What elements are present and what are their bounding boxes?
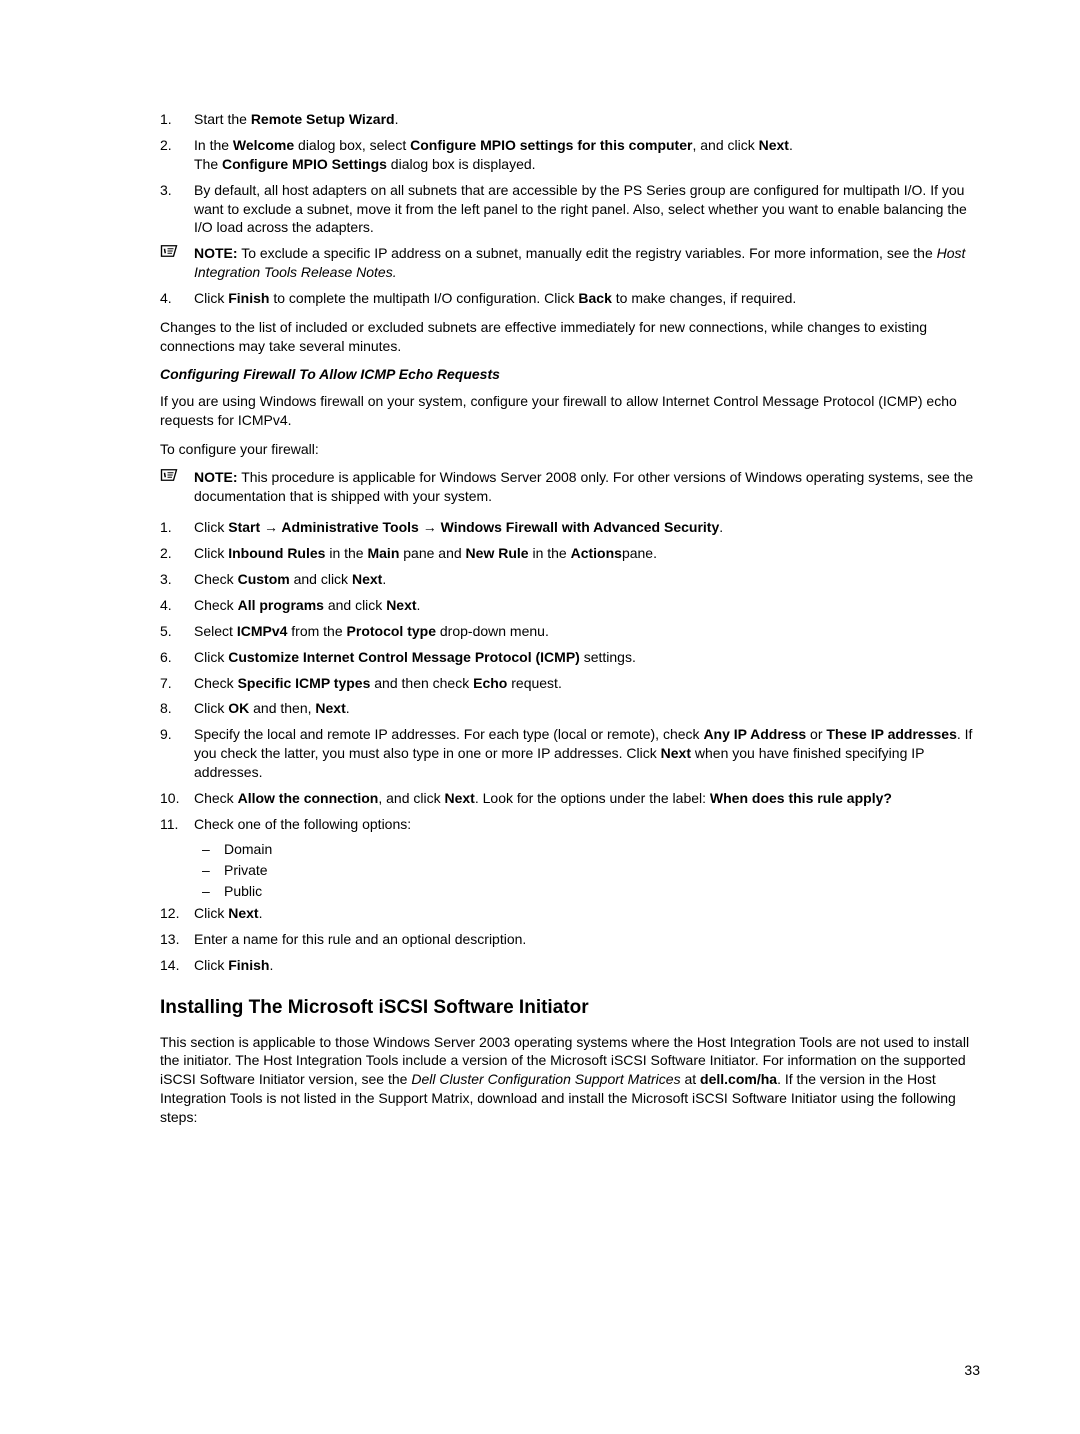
list-content: Specify the local and remote IP addresse… <box>194 725 980 782</box>
list-number: 7. <box>160 674 194 693</box>
list-number: 8. <box>160 699 194 718</box>
list-item: 2.Click Inbound Rules in the Main pane a… <box>160 544 980 563</box>
sub-list: –Domain–Private–Public <box>202 841 980 899</box>
sublist-item: –Public <box>202 883 980 899</box>
page-number: 33 <box>964 1362 980 1378</box>
ordered-list-a2: 4.Click Finish to complete the multipath… <box>160 289 980 308</box>
list-content: Start the Remote Setup Wizard. <box>194 110 980 129</box>
list-number: 13. <box>160 930 194 949</box>
list-content: Check one of the following options: <box>194 815 980 834</box>
list-number: 14. <box>160 956 194 975</box>
note-icon <box>160 468 194 506</box>
list-item: 14.Click Finish. <box>160 956 980 975</box>
list-item: 6.Click Customize Internet Control Messa… <box>160 648 980 667</box>
ordered-list-b2: 12.Click Next.13.Enter a name for this r… <box>160 904 980 975</box>
dash-icon: – <box>202 883 224 899</box>
list-content: In the Welcome dialog box, select Config… <box>194 136 980 174</box>
document-page: 1.Start the Remote Setup Wizard.2.In the… <box>0 0 1080 1434</box>
heading-installing-iscsi: Installing The Microsoft iSCSI Software … <box>160 997 980 1019</box>
list-content: Click Start → Administrative Tools → Win… <box>194 518 980 537</box>
list-content: Check Allow the connection, and click Ne… <box>194 789 980 808</box>
sublist-text: Private <box>224 862 268 878</box>
paragraph: If you are using Windows firewall on you… <box>160 392 980 430</box>
list-content: Click Customize Internet Control Message… <box>194 648 980 667</box>
list-content: Check Custom and click Next. <box>194 570 980 589</box>
list-number: 6. <box>160 648 194 667</box>
paragraph: To configure your firewall: <box>160 440 980 459</box>
list-item: 4.Click Finish to complete the multipath… <box>160 289 980 308</box>
list-number: 9. <box>160 725 194 782</box>
list-number: 12. <box>160 904 194 923</box>
ordered-list-a: 1.Start the Remote Setup Wizard.2.In the… <box>160 110 980 237</box>
list-content: Check All programs and click Next. <box>194 596 980 615</box>
note-icon <box>160 244 194 282</box>
sublist-item: –Domain <box>202 841 980 857</box>
sublist-item: –Private <box>202 862 980 878</box>
list-number: 2. <box>160 544 194 563</box>
list-content: Enter a name for this rule and an option… <box>194 930 980 949</box>
paragraph: Changes to the list of included or exclu… <box>160 318 980 356</box>
list-number: 1. <box>160 518 194 537</box>
list-item: 11.Check one of the following options: <box>160 815 980 834</box>
list-item: 4.Check All programs and click Next. <box>160 596 980 615</box>
list-item: 12.Click Next. <box>160 904 980 923</box>
list-content: Click OK and then, Next. <box>194 699 980 718</box>
list-item: 7.Check Specific ICMP types and then che… <box>160 674 980 693</box>
note-text: NOTE: This procedure is applicable for W… <box>194 468 980 506</box>
list-item: 1.Start the Remote Setup Wizard. <box>160 110 980 129</box>
list-content: Click Finish to complete the multipath I… <box>194 289 980 308</box>
list-content: Click Finish. <box>194 956 980 975</box>
list-content: Check Specific ICMP types and then check… <box>194 674 980 693</box>
list-content: Click Next. <box>194 904 980 923</box>
paragraph: This section is applicable to those Wind… <box>160 1033 980 1127</box>
list-number: 4. <box>160 289 194 308</box>
list-number: 11. <box>160 815 194 834</box>
list-content: Select ICMPv4 from the Protocol type dro… <box>194 622 980 641</box>
list-content: Click Inbound Rules in the Main pane and… <box>194 544 980 563</box>
list-number: 10. <box>160 789 194 808</box>
list-item: 2.In the Welcome dialog box, select Conf… <box>160 136 980 174</box>
list-content: By default, all host adapters on all sub… <box>194 181 980 238</box>
list-item: 13.Enter a name for this rule and an opt… <box>160 930 980 949</box>
list-item: 5.Select ICMPv4 from the Protocol type d… <box>160 622 980 641</box>
list-item: 8.Click OK and then, Next. <box>160 699 980 718</box>
note-1: NOTE: To exclude a specific IP address o… <box>160 244 980 282</box>
dash-icon: – <box>202 841 224 857</box>
note-text: NOTE: To exclude a specific IP address o… <box>194 244 980 282</box>
list-item: 10.Check Allow the connection, and click… <box>160 789 980 808</box>
list-number: 4. <box>160 596 194 615</box>
list-number: 5. <box>160 622 194 641</box>
list-number: 2. <box>160 136 194 174</box>
ordered-list-b: 1.Click Start → Administrative Tools → W… <box>160 518 980 834</box>
heading-firewall: Configuring Firewall To Allow ICMP Echo … <box>160 366 980 382</box>
sublist-text: Domain <box>224 841 272 857</box>
list-item: 9.Specify the local and remote IP addres… <box>160 725 980 782</box>
list-number: 3. <box>160 181 194 238</box>
list-item: 3.Check Custom and click Next. <box>160 570 980 589</box>
list-number: 3. <box>160 570 194 589</box>
sublist-text: Public <box>224 883 262 899</box>
note-2: NOTE: This procedure is applicable for W… <box>160 468 980 506</box>
dash-icon: – <box>202 862 224 878</box>
list-number: 1. <box>160 110 194 129</box>
list-item: 1.Click Start → Administrative Tools → W… <box>160 518 980 537</box>
list-item: 3.By default, all host adapters on all s… <box>160 181 980 238</box>
